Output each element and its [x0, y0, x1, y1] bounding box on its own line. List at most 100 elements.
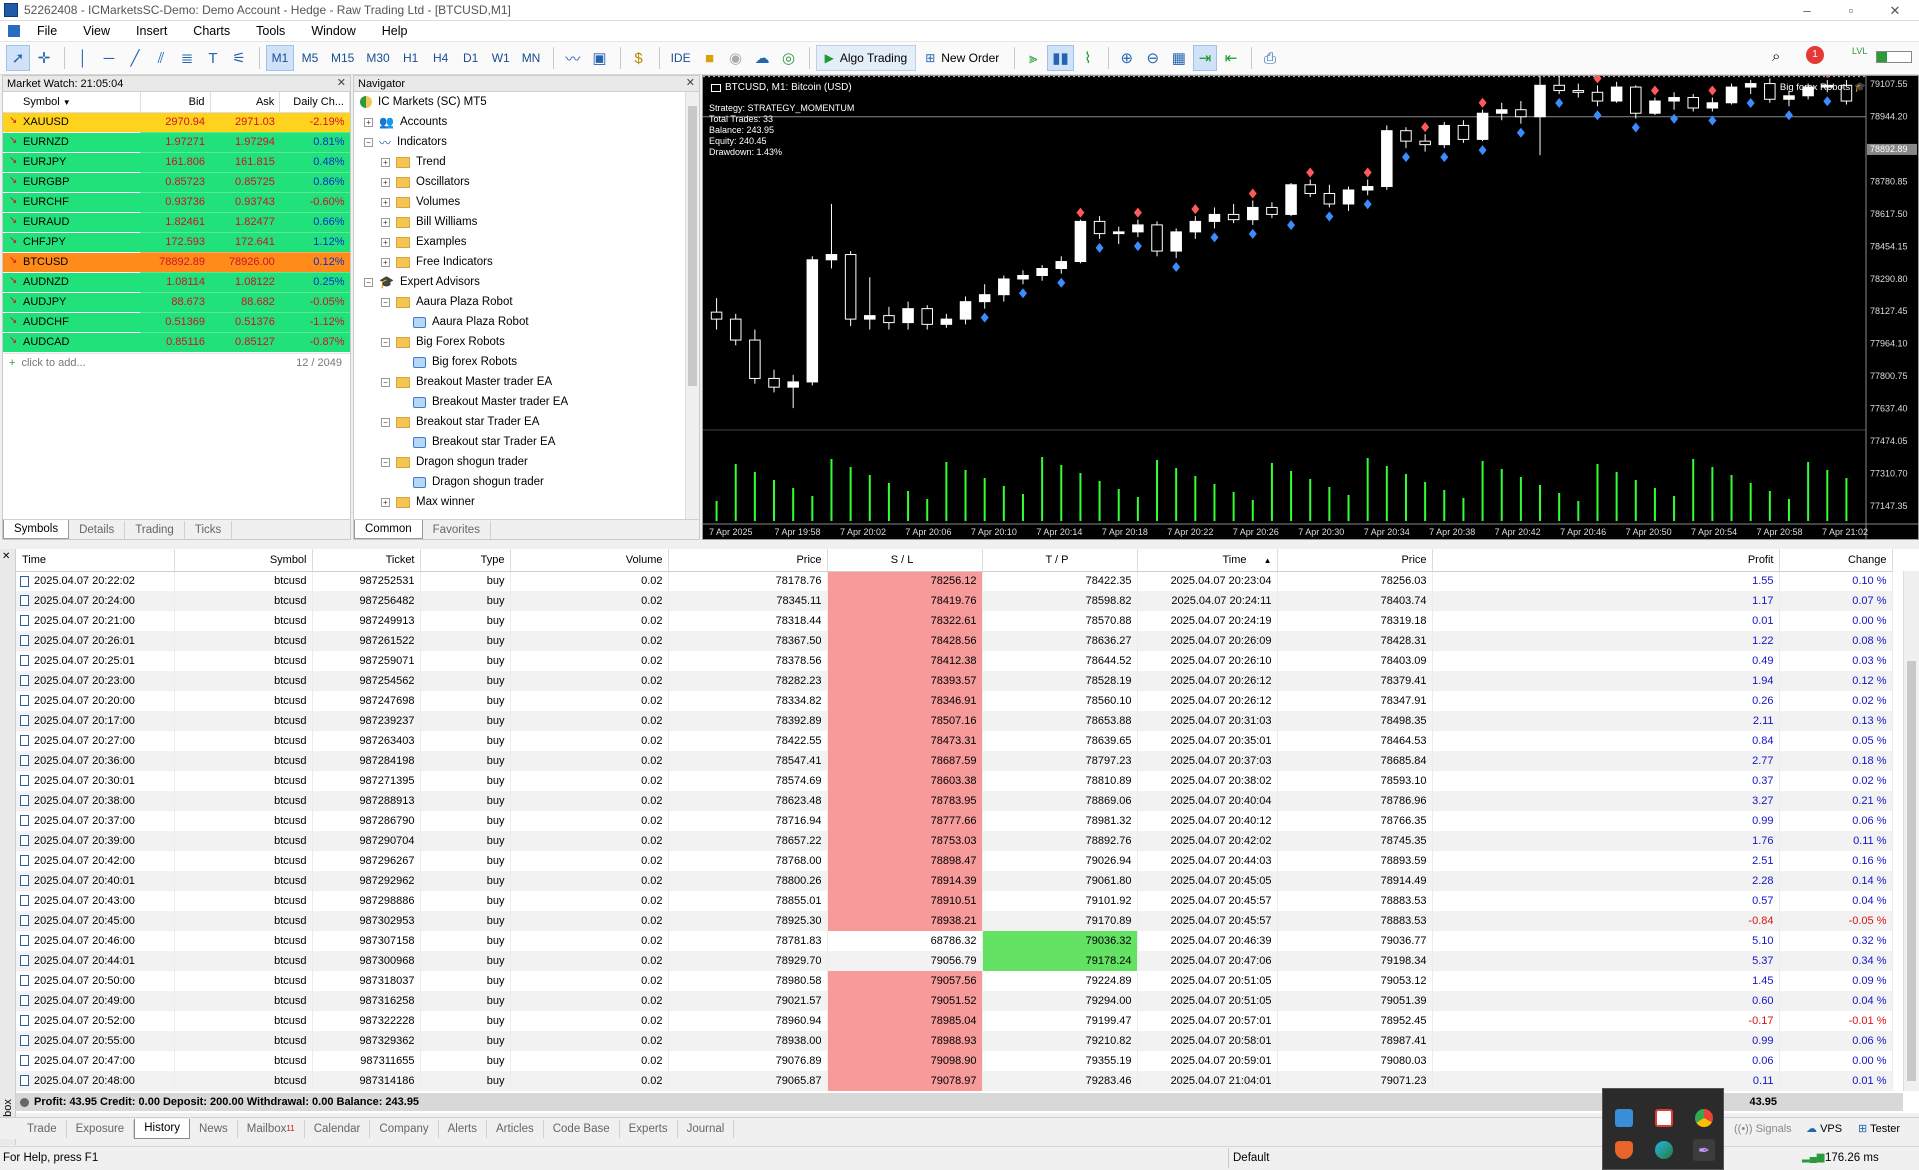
history-row[interactable]: 2025.04.07 20:27:00 btcusd 987263403 buy… [16, 731, 1893, 751]
tab-alerts[interactable]: Alerts [439, 1119, 488, 1138]
timeframe-m30[interactable]: M30 [361, 45, 394, 71]
navigator-scrollbar[interactable] [685, 92, 699, 519]
autoscroll-icon[interactable]: ⇥ [1192, 45, 1217, 71]
tab-symbols[interactable]: Symbols [3, 520, 70, 539]
menu-insert[interactable]: Insert [123, 24, 180, 38]
column-ticket[interactable]: Ticket [312, 549, 421, 572]
expand-icon[interactable]: + [381, 237, 390, 247]
expand-icon[interactable]: + [381, 257, 390, 267]
tab-common[interactable]: Common [354, 520, 423, 539]
navigator-item[interactable]: Breakout Master trader EA [354, 392, 699, 412]
collapse-icon[interactable]: − [381, 337, 390, 347]
market-watch-row[interactable]: ↘ AUDCHF 0.51369 0.51376 -1.12% [3, 312, 350, 333]
collapse-icon[interactable]: − [364, 277, 373, 287]
text-tool-icon[interactable]: T [201, 45, 225, 71]
column-ask[interactable]: Ask [210, 92, 281, 113]
tab-code-base[interactable]: Code Base [544, 1119, 620, 1138]
market-watch-row[interactable]: ↘ AUDNZD 1.08114 1.08122 0.25% [3, 272, 350, 293]
history-row[interactable]: 2025.04.07 20:44:01 btcusd 987300968 buy… [16, 951, 1893, 971]
signal-icon[interactable]: ◉ [724, 45, 748, 71]
templates-icon[interactable]: ▣ [587, 45, 611, 71]
history-row[interactable]: 2025.04.07 20:42:00 btcusd 987296267 buy… [16, 851, 1893, 871]
collapse-icon[interactable]: − [381, 377, 390, 387]
menu-charts[interactable]: Charts [180, 24, 243, 38]
navigator-item[interactable]: + Trend [354, 152, 699, 172]
add-symbol-row[interactable]: + click to add... 12 / 2049 [3, 352, 350, 373]
candlestick-chart[interactable]: 79107.55 78944.20 78892.89 78780.85 78617.50… [703, 76, 1918, 539]
collapse-icon[interactable]: − [381, 297, 390, 307]
timeframe-m5[interactable]: M5 [296, 45, 324, 71]
navigator-item[interactable]: − Aaura Plaza Robot [354, 292, 699, 312]
navigator-item[interactable]: − Big Forex Robots [354, 332, 699, 352]
history-row[interactable]: 2025.04.07 20:24:00 btcusd 987256482 buy… [16, 591, 1893, 611]
fibonacci-icon[interactable]: ≣ [175, 45, 199, 71]
tray-app-icon[interactable] [1615, 1109, 1633, 1127]
timeframe-w1[interactable]: W1 [487, 45, 515, 71]
tab-trade[interactable]: Trade [18, 1119, 67, 1138]
timeframe-h1[interactable]: H1 [397, 45, 425, 71]
tab-tester[interactable]: ⊞ Tester [1858, 1122, 1900, 1135]
menu-file[interactable]: File [24, 24, 70, 38]
tab-journal[interactable]: Journal [678, 1119, 735, 1138]
tab-experts[interactable]: Experts [620, 1119, 678, 1138]
navigator-item[interactable]: + 👥 Accounts [354, 112, 699, 132]
navigator-item[interactable]: − 🎓 Expert Advisors [354, 272, 699, 292]
tab-history[interactable]: History [134, 1118, 190, 1139]
timeframe-m15[interactable]: M15 [326, 45, 359, 71]
navigator-item[interactable]: Breakout star Trader EA [354, 432, 699, 452]
horizontal-line-icon[interactable]: ─ [97, 45, 121, 71]
column-bid[interactable]: Bid [140, 92, 211, 113]
edge-icon[interactable] [1655, 1141, 1673, 1159]
minimize-button[interactable]: – [1785, 0, 1829, 21]
market-watch-row[interactable]: ↘ EURJPY 161.806 161.815 0.48% [3, 152, 350, 173]
menu-tools[interactable]: Tools [243, 24, 298, 38]
tab-articles[interactable]: Articles [487, 1119, 544, 1138]
column-symbol[interactable]: Symbol ▼ [3, 92, 141, 113]
market-watch-row[interactable]: ↘ EURNZD 1.97271 1.97294 0.81% [3, 132, 350, 153]
indicators-icon[interactable]: 〰 [560, 45, 585, 71]
cloud-icon[interactable]: ☁ [750, 45, 775, 71]
menu-help[interactable]: Help [369, 24, 421, 38]
bar-chart-icon[interactable]: ⫸ [1021, 45, 1045, 71]
maximize-button[interactable]: ▫ [1829, 0, 1873, 21]
history-row[interactable]: 2025.04.07 20:38:00 btcusd 987288913 buy… [16, 791, 1893, 811]
navigator-item[interactable]: + Oscillators [354, 172, 699, 192]
history-row[interactable]: 2025.04.07 20:45:00 btcusd 987302953 buy… [16, 911, 1893, 931]
algo-trading-button[interactable]: ▶ Algo Trading [815, 45, 917, 71]
tab-exposure[interactable]: Exposure [67, 1119, 135, 1138]
tab-vps[interactable]: ☁ VPS [1806, 1122, 1842, 1135]
tab-ticks[interactable]: Ticks [185, 521, 233, 539]
timeframe-m1[interactable]: M1 [266, 45, 294, 71]
scrollbar-thumb[interactable] [688, 106, 697, 386]
expand-icon[interactable]: + [381, 157, 390, 167]
screenshot-icon[interactable]: ⎙ [1258, 45, 1282, 71]
column-type[interactable]: Type [420, 549, 511, 572]
tray-security-icon[interactable] [1655, 1109, 1673, 1127]
history-row[interactable]: 2025.04.07 20:25:01 btcusd 987259071 buy… [16, 651, 1893, 671]
close-icon[interactable]: ✕ [686, 76, 695, 89]
market-watch-row[interactable]: ↘ EURGBP 0.85723 0.85725 0.86% [3, 172, 350, 193]
line-chart-icon[interactable]: ⌇ [1076, 45, 1100, 71]
navigator-item[interactable]: IC Markets (SC) MT5 [354, 92, 699, 112]
navigator-item[interactable]: + Free Indicators [354, 252, 699, 272]
navigator-item[interactable]: Aaura Plaza Robot [354, 312, 699, 332]
navigator-item[interactable]: − 〰 Indicators [354, 132, 699, 152]
column-volume[interactable]: Volume [510, 549, 669, 572]
column-open-price[interactable]: Price [668, 549, 828, 572]
history-row[interactable]: 2025.04.07 20:21:00 btcusd 987249913 buy… [16, 611, 1893, 631]
column-close-price[interactable]: Price [1277, 549, 1433, 572]
trendline-icon[interactable]: ╱ [123, 45, 147, 71]
expand-icon[interactable]: + [381, 217, 390, 227]
column-daily-change[interactable]: Daily Ch... [279, 92, 350, 113]
lock-icon[interactable]: ■ [698, 45, 722, 71]
history-row[interactable]: 2025.04.07 20:49:00 btcusd 987316258 buy… [16, 991, 1893, 1011]
history-row[interactable]: 2025.04.07 20:50:00 btcusd 987318037 buy… [16, 971, 1893, 991]
dollar-icon[interactable]: $ [627, 45, 651, 71]
navigator-item[interactable]: − Breakout Master trader EA [354, 372, 699, 392]
timeframe-h4[interactable]: H4 [427, 45, 455, 71]
vertical-line-icon[interactable]: │ [71, 45, 95, 71]
history-row[interactable]: 2025.04.07 20:47:00 btcusd 987311655 buy… [16, 1051, 1893, 1071]
history-row[interactable]: 2025.04.07 20:20:00 btcusd 987247698 buy… [16, 691, 1893, 711]
market-watch-row[interactable]: ↘ AUDJPY 88.673 88.682 -0.05% [3, 292, 350, 313]
chart-shift-icon[interactable]: ⇤ [1219, 45, 1243, 71]
